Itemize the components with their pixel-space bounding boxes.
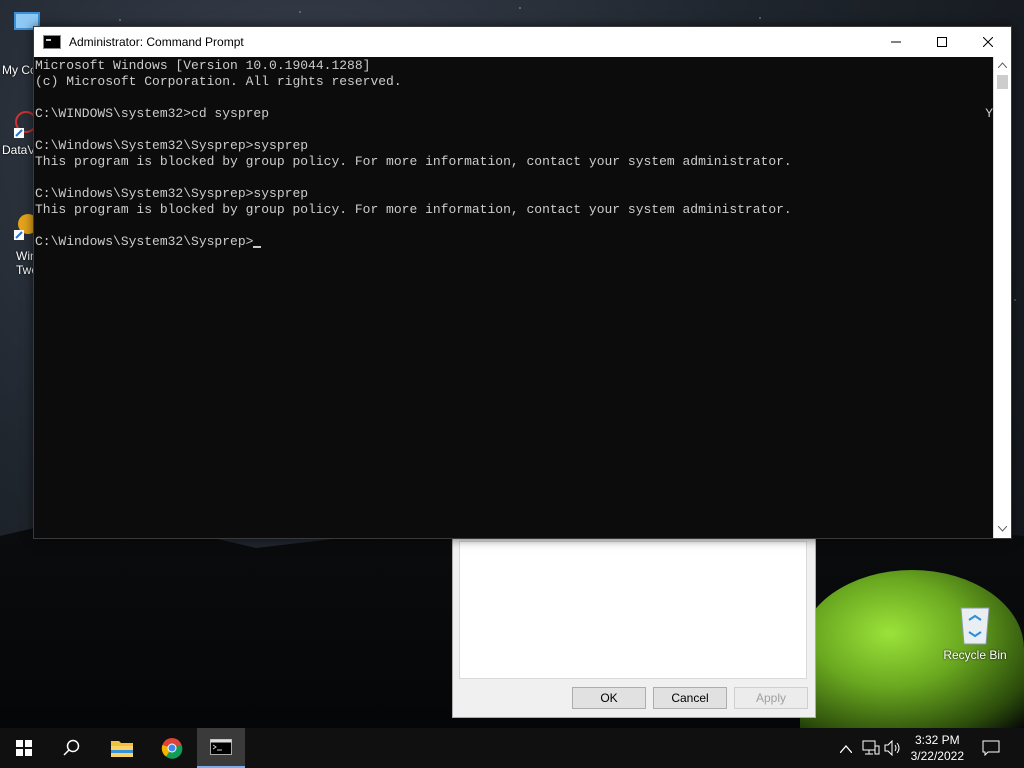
command-prompt-window: Administrator: Command Prompt Microsoft … bbox=[33, 26, 1012, 539]
action-center-button[interactable] bbox=[982, 740, 1000, 759]
window-title: Administrator: Command Prompt bbox=[69, 35, 244, 49]
minimize-icon bbox=[891, 41, 901, 43]
console-line: C:\Windows\System32\Sysprep>sysprep bbox=[35, 138, 309, 153]
window-titlebar[interactable]: Administrator: Command Prompt bbox=[34, 27, 1011, 57]
chrome-icon bbox=[161, 738, 183, 759]
prompt-text: C:\Windows\System32\Sysprep> bbox=[35, 234, 254, 249]
volume-button[interactable] bbox=[884, 739, 902, 759]
chrome-button[interactable] bbox=[148, 728, 196, 768]
console-line: This program is blocked by group policy.… bbox=[35, 154, 792, 169]
folder-icon bbox=[111, 741, 133, 757]
network-button[interactable] bbox=[862, 740, 880, 759]
search-icon bbox=[63, 739, 80, 756]
console-edge-char: Y bbox=[985, 106, 993, 121]
console-line: This program is blocked by group policy.… bbox=[35, 202, 792, 217]
chevron-up-icon bbox=[839, 745, 853, 754]
windows-logo-icon bbox=[16, 740, 32, 756]
minimize-button[interactable] bbox=[873, 27, 919, 57]
chevron-up-icon bbox=[997, 62, 1008, 69]
console-line: Microsoft Windows [Version 10.0.19044.12… bbox=[35, 58, 371, 73]
console-line: C:\WINDOWS\system32>cd sysprep bbox=[35, 106, 270, 121]
scroll-down-button[interactable] bbox=[994, 521, 1011, 538]
show-hidden-icons-button[interactable] bbox=[839, 740, 853, 756]
apply-button[interactable]: Apply bbox=[734, 687, 808, 709]
recycle-bin-label: Recycle Bin bbox=[943, 648, 1007, 662]
notification-icon bbox=[982, 740, 1000, 757]
scroll-up-button[interactable] bbox=[994, 57, 1011, 74]
console-line: C:\Windows\System32\Sysprep>sysprep bbox=[35, 186, 309, 201]
close-button[interactable] bbox=[965, 27, 1011, 57]
file-explorer-button[interactable] bbox=[98, 728, 146, 768]
text-cursor bbox=[253, 246, 262, 248]
desktop-icon-recycle-bin[interactable]: Recycle Bin bbox=[940, 602, 1010, 662]
vertical-scrollbar[interactable] bbox=[993, 57, 1011, 538]
maximize-button[interactable] bbox=[919, 27, 965, 57]
cmd-app-icon[interactable] bbox=[43, 35, 61, 49]
search-button[interactable] bbox=[48, 728, 96, 768]
clock-date: 3/22/2022 bbox=[910, 749, 964, 763]
ok-button[interactable]: OK bbox=[572, 687, 646, 709]
dialog-content-panel bbox=[459, 541, 807, 679]
start-button[interactable] bbox=[0, 728, 48, 768]
chevron-down-icon bbox=[997, 525, 1008, 532]
scrollbar-thumb[interactable] bbox=[997, 75, 1008, 89]
terminal-icon bbox=[210, 739, 232, 755]
taskbar: 3:32 PM 3/22/2022 bbox=[0, 728, 1024, 768]
network-icon bbox=[862, 740, 880, 755]
recycle-bin-icon bbox=[960, 607, 990, 645]
console-prompt-line[interactable]: C:\Windows\System32\Sysprep> bbox=[35, 234, 995, 250]
command-prompt-taskbar-button[interactable] bbox=[197, 728, 245, 768]
speaker-icon bbox=[884, 739, 900, 757]
clock-time: 3:32 PM bbox=[914, 733, 960, 747]
close-icon bbox=[983, 37, 993, 47]
cancel-button[interactable]: Cancel bbox=[653, 687, 727, 709]
maximize-icon bbox=[937, 37, 947, 47]
console-line: (c) Microsoft Corporation. All rights re… bbox=[35, 74, 402, 89]
system-clock[interactable]: 3:32 PM 3/22/2022 bbox=[911, 732, 964, 764]
properties-dialog: OK Cancel Apply bbox=[452, 536, 816, 718]
console-output[interactable]: Microsoft Windows [Version 10.0.19044.12… bbox=[34, 57, 995, 539]
